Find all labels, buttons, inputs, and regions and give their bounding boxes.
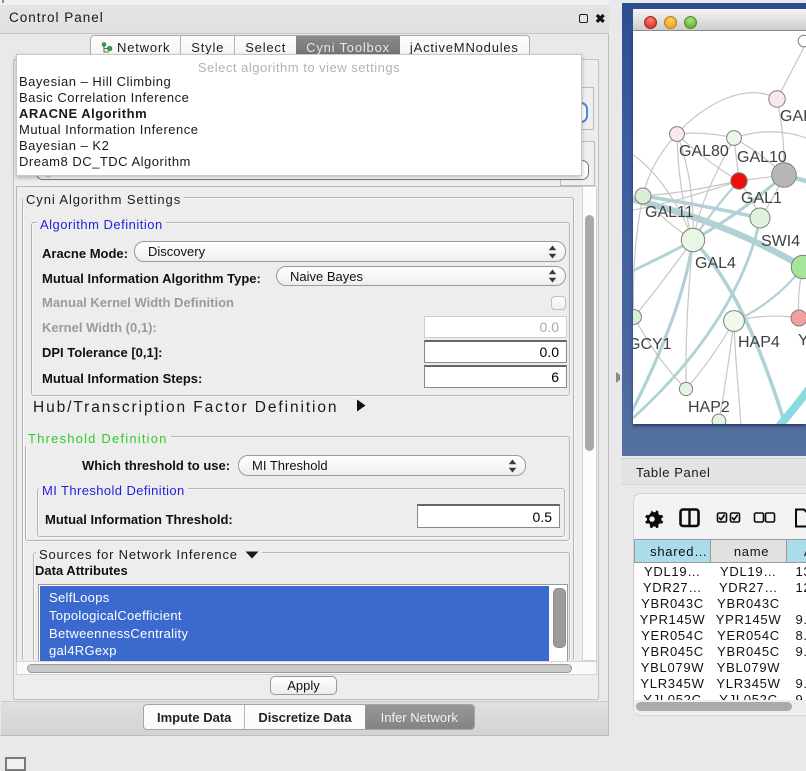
svg-text:HAP2: HAP2 <box>688 399 730 416</box>
svg-text:GAL11: GAL11 <box>645 204 694 221</box>
svg-text:SWI4: SWI4 <box>761 233 800 250</box>
svg-text:GAL: GAL <box>780 108 806 125</box>
svg-text:GAL80: GAL80 <box>679 143 729 160</box>
svg-text:HAP4: HAP4 <box>738 334 780 351</box>
svg-text:GCY1: GCY1 <box>633 336 672 353</box>
svg-text:Y: Y <box>798 332 806 349</box>
svg-text:GAL1: GAL1 <box>741 190 782 207</box>
svg-text:GAL10: GAL10 <box>737 149 787 166</box>
svg-text:GAL4: GAL4 <box>695 255 736 272</box>
